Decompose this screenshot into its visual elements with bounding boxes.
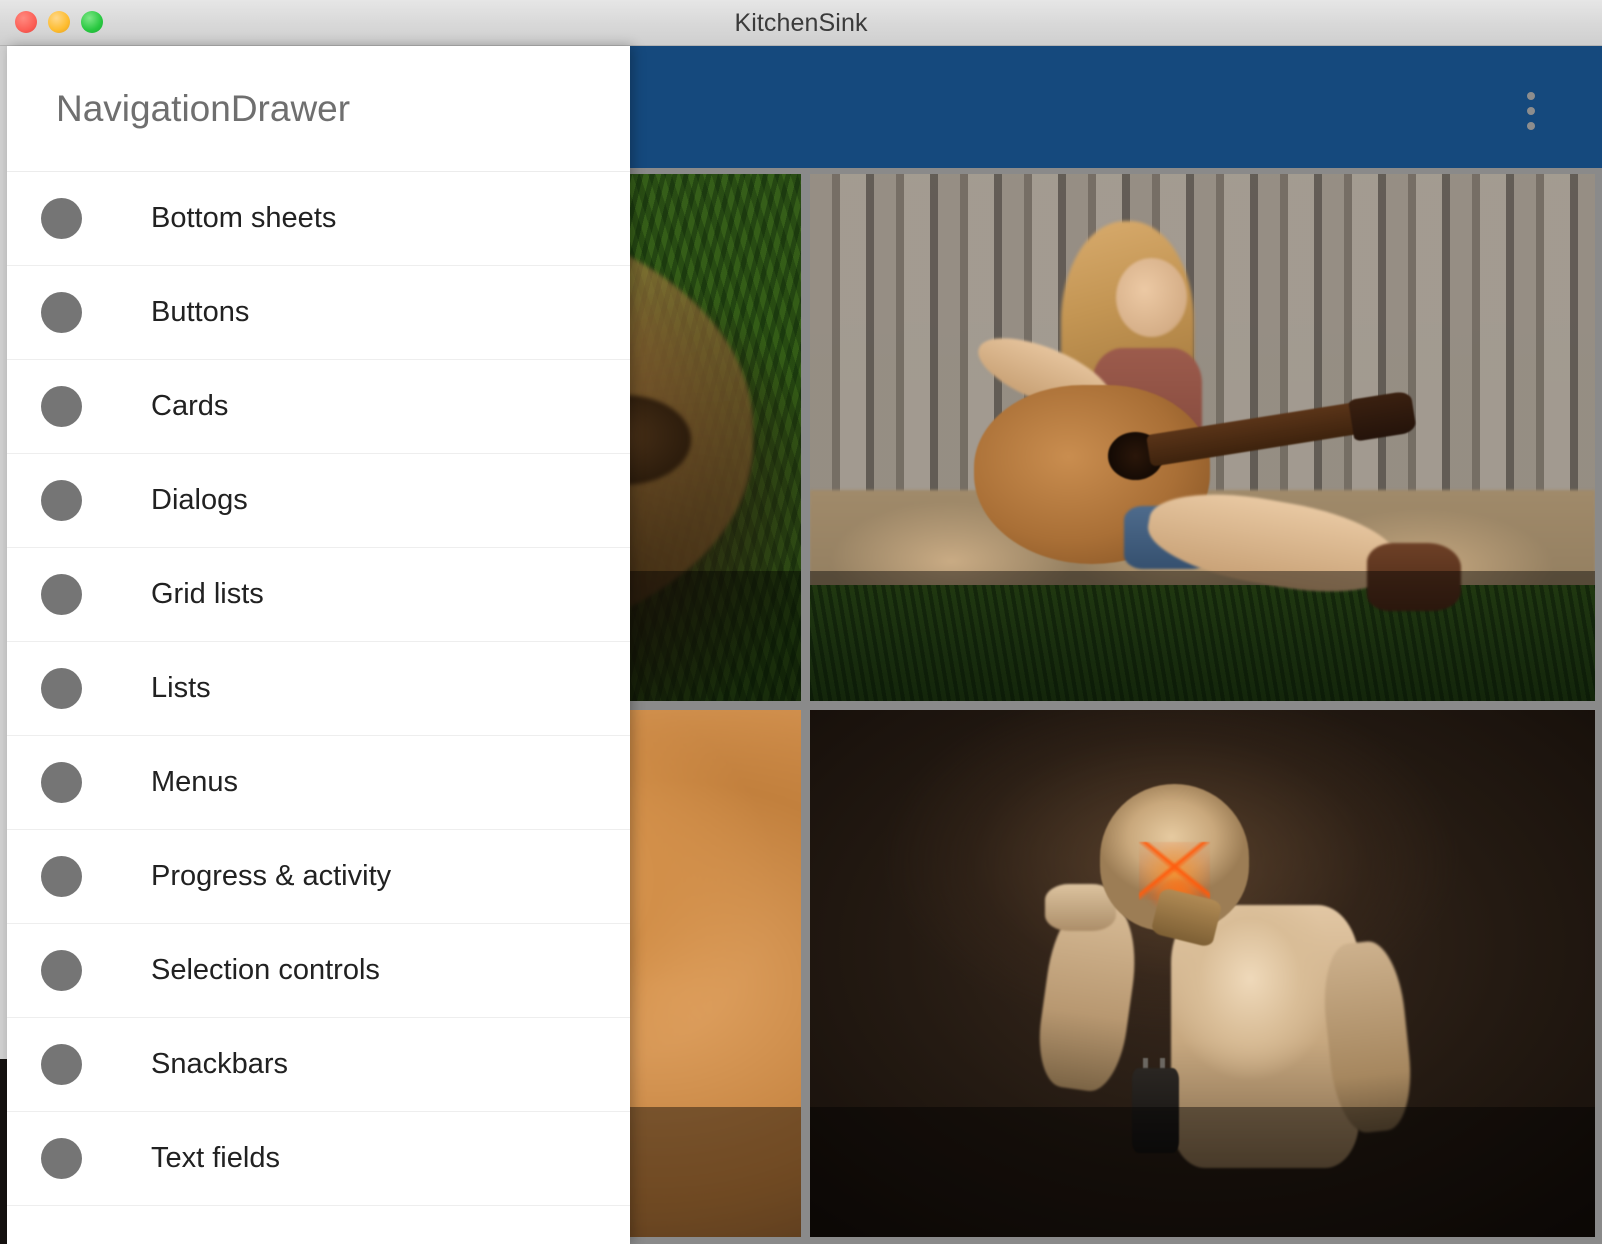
guitarist-photo bbox=[809, 174, 1595, 701]
drawer-item-text-fields[interactable]: Text fields bbox=[7, 1112, 630, 1206]
drawer-item-label: Menus bbox=[151, 766, 239, 798]
drawer-item-grid-lists[interactable]: Grid lists bbox=[7, 548, 630, 642]
circle-icon bbox=[41, 574, 82, 615]
drawer-item-label: Text fields bbox=[151, 1142, 280, 1174]
drawer-item-label: Grid lists bbox=[151, 578, 264, 610]
circle-icon bbox=[41, 386, 82, 427]
drawer-item-lists[interactable]: Lists bbox=[7, 642, 630, 736]
drawer-item-snackbars[interactable]: Snackbars bbox=[7, 1018, 630, 1112]
circle-icon bbox=[41, 762, 82, 803]
drawer-item-menus[interactable]: Menus bbox=[7, 736, 630, 830]
drawer-item-dialogs[interactable]: Dialogs bbox=[7, 454, 630, 548]
drawer-item-bottom-sheets[interactable]: Bottom sheets bbox=[7, 172, 630, 266]
circle-icon bbox=[41, 856, 82, 897]
grass-foreground bbox=[809, 585, 1595, 701]
circle-icon bbox=[41, 668, 82, 709]
drawer-item-label: Selection controls bbox=[151, 954, 380, 986]
more-dot-2 bbox=[1527, 107, 1535, 115]
circle-icon bbox=[41, 1044, 82, 1085]
drawer-item-label: Progress & activity bbox=[151, 860, 392, 892]
window-title: KitchenSink bbox=[734, 9, 868, 37]
drawer-header: NavigationDrawer bbox=[7, 46, 630, 172]
more-dot-1 bbox=[1527, 92, 1535, 100]
circle-icon bbox=[41, 1138, 82, 1179]
drawer-item-list: Bottom sheets Buttons Cards Dialogs Grid… bbox=[7, 172, 630, 1206]
drawer-item-label: Dialogs bbox=[151, 484, 248, 516]
drawer-item-buttons[interactable]: Buttons bbox=[7, 266, 630, 360]
drawer-item-label: Snackbars bbox=[151, 1048, 289, 1080]
guitarist-face bbox=[1115, 258, 1187, 338]
drawer-item-progress-activity[interactable]: Progress & activity bbox=[7, 830, 630, 924]
lightbulb-man-photo bbox=[809, 710, 1595, 1237]
navigation-drawer: NavigationDrawer Bottom sheets Buttons C… bbox=[7, 46, 630, 1244]
grid-tile-lightbulb-man[interactable] bbox=[809, 710, 1595, 1237]
circle-icon bbox=[41, 292, 82, 333]
circle-icon bbox=[41, 480, 82, 521]
drawer-item-cards[interactable]: Cards bbox=[7, 360, 630, 454]
power-plug-icon bbox=[1131, 1068, 1179, 1153]
drawer-item-label: Cards bbox=[151, 390, 229, 422]
more-dot-3 bbox=[1527, 122, 1535, 130]
drawer-title: NavigationDrawer bbox=[56, 87, 351, 129]
circle-icon bbox=[41, 198, 82, 239]
guitar-headstock bbox=[1348, 390, 1418, 443]
circle-icon bbox=[41, 950, 82, 991]
guitarist-boot bbox=[1367, 542, 1462, 612]
application-window: KitchenSink NavigationDrawer Bottom shee… bbox=[0, 0, 1602, 1244]
drawer-item-label: Lists bbox=[151, 672, 211, 704]
more-vert-icon[interactable] bbox=[1516, 92, 1546, 130]
drawer-item-selection-controls[interactable]: Selection controls bbox=[7, 924, 630, 1018]
window-titlebar: KitchenSink bbox=[0, 0, 1602, 46]
drawer-item-label: Bottom sheets bbox=[151, 202, 337, 234]
drawer-item-label: Buttons bbox=[151, 296, 250, 328]
grid-tile-guitarist[interactable] bbox=[809, 174, 1595, 701]
